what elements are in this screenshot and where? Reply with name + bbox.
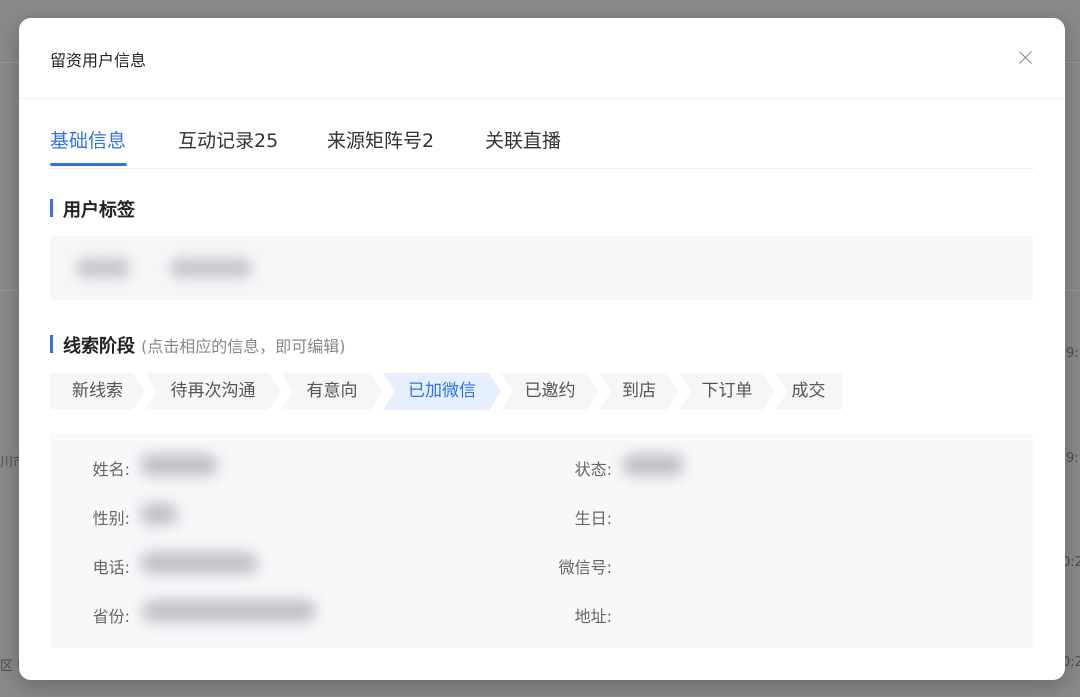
birthday-label: 生日: bbox=[574, 509, 612, 528]
name-label: 姓名: bbox=[92, 460, 130, 479]
basic-info-panel: 姓名: 状态: 性别: 生日: 电话: 微信号: 省份: 地址: bbox=[50, 434, 1033, 648]
user-tags-section-title: 用户标签 bbox=[50, 196, 135, 222]
stage-step-order[interactable]: 下订单 bbox=[679, 373, 775, 410]
tab-bar: 基础信息 互动记录25 来源矩阵号2 关联直播 bbox=[50, 116, 1034, 169]
gender-value-blurred bbox=[140, 503, 178, 525]
name-value-blurred bbox=[140, 454, 218, 476]
lead-stage-hint: (点击相应的信息，即可编辑) bbox=[141, 337, 346, 356]
gender-label: 性别: bbox=[92, 509, 130, 528]
lead-stage-title: 线索阶段 bbox=[63, 336, 135, 357]
phone-value-blurred bbox=[140, 552, 258, 574]
background-time-text: 9: bbox=[1066, 346, 1079, 361]
stage-step-recontact[interactable]: 待再次沟通 bbox=[145, 373, 281, 410]
stage-step-deal[interactable]: 成交 bbox=[775, 373, 842, 410]
background-time-text: 9: bbox=[1066, 451, 1079, 466]
user-tags-box bbox=[50, 236, 1033, 300]
modal-header: 留资用户信息 bbox=[19, 18, 1065, 99]
tag-chip-blurred bbox=[170, 258, 252, 278]
user-tags-title: 用户标签 bbox=[63, 200, 135, 221]
province-label: 省份: bbox=[92, 607, 130, 626]
tab-related-live[interactable]: 关联直播 bbox=[485, 126, 561, 153]
stage-step-visited[interactable]: 到店 bbox=[599, 373, 679, 410]
stage-step-invited[interactable]: 已邀约 bbox=[501, 373, 599, 410]
status-value-blurred bbox=[622, 454, 684, 476]
lead-stage-section-title: 线索阶段 (点击相应的信息，即可编辑) bbox=[50, 332, 346, 358]
user-info-modal: 留资用户信息 基础信息 互动记录25 来源矩阵号2 关联直播 用户标签 线索阶段… bbox=[19, 18, 1065, 680]
phone-label: 电话: bbox=[92, 558, 130, 577]
address-label: 地址: bbox=[574, 607, 612, 626]
tag-chip-blurred bbox=[76, 258, 130, 278]
tab-basic-info[interactable]: 基础信息 bbox=[50, 126, 126, 153]
close-icon[interactable] bbox=[1017, 48, 1035, 66]
stage-step-intent[interactable]: 有意向 bbox=[281, 373, 383, 410]
stage-step-wechat-added[interactable]: 已加微信 bbox=[383, 373, 501, 410]
tab-source-matrix[interactable]: 来源矩阵号2 bbox=[327, 126, 434, 153]
modal-title: 留资用户信息 bbox=[50, 51, 147, 70]
wechat-label: 微信号: bbox=[558, 558, 612, 577]
tab-interaction-records[interactable]: 互动记录25 bbox=[178, 126, 278, 153]
province-value-blurred bbox=[142, 600, 316, 622]
status-label: 状态: bbox=[574, 460, 612, 479]
stage-step-new-lead[interactable]: 新线索 bbox=[50, 373, 145, 410]
active-tab-indicator bbox=[50, 163, 127, 166]
